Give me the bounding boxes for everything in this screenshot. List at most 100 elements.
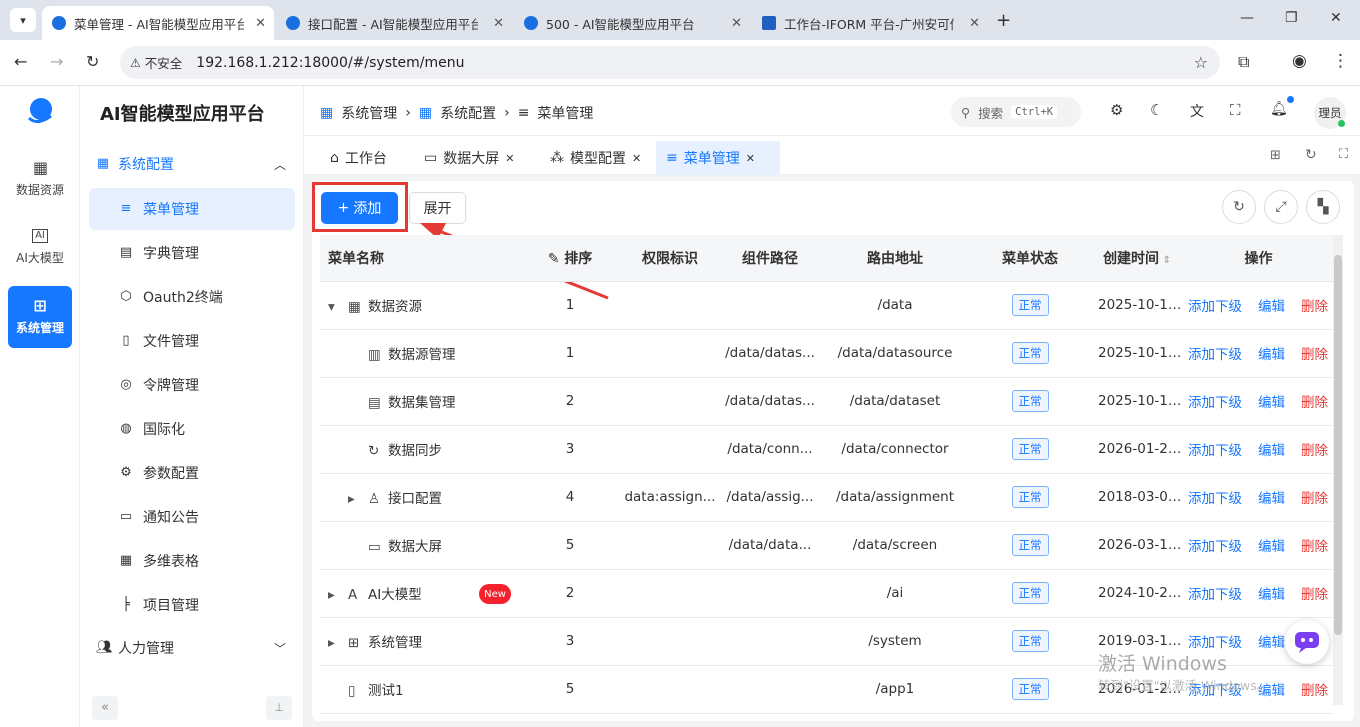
delete-link[interactable]: 删除 [1301, 299, 1328, 315]
sidebar-item-token[interactable]: ◎ 令牌管理 [89, 364, 295, 406]
breadcrumb-item[interactable]: 系统管理 [341, 103, 397, 123]
cell-created-time: 2026-03-19 11 [1090, 521, 1184, 570]
sidebar-item-dict[interactable]: ▤ 字典管理 [89, 232, 295, 274]
edit-link[interactable]: 编辑 [1258, 395, 1285, 411]
delete-link[interactable]: 删除 [1301, 587, 1328, 603]
table-scrollbar[interactable] [1333, 235, 1343, 705]
iform-favicon-icon [762, 16, 776, 30]
cell-sort: 1 [520, 281, 620, 330]
sidebar-item-menu[interactable]: ≡ 菜单管理 [89, 188, 295, 230]
delete-link[interactable]: 删除 [1301, 395, 1328, 411]
new-tab-icon[interactable]: + [996, 10, 1011, 31]
tabs-maximize-icon[interactable]: ⛶ [1339, 147, 1348, 162]
bookmark-star-icon[interactable]: ☆ [1194, 53, 1208, 72]
chat-button[interactable] [1285, 620, 1329, 664]
sidebar-item-notice[interactable]: ▭ 通知公告 [89, 496, 295, 538]
restore-icon[interactable]: ❐ [1285, 10, 1298, 26]
edit-link[interactable]: 编辑 [1258, 491, 1285, 507]
minimize-icon[interactable]: — [1240, 10, 1254, 26]
sidebar-item-table[interactable]: ▦ 多维表格 [89, 540, 295, 582]
edit-link[interactable]: 编辑 [1258, 347, 1285, 363]
tabs-refresh-icon[interactable]: ↻ [1305, 147, 1317, 163]
sidebar-item-project[interactable]: ╞ 项目管理 [89, 584, 295, 626]
browser-tab-3[interactable]: 500 - AI智能模型应用平台 ✕ [514, 6, 750, 40]
column-header: 路由地址 [820, 235, 970, 282]
delete-link[interactable]: 删除 [1301, 683, 1328, 699]
sidebar-group-system[interactable]: ▦ 系统配置 ︿ [96, 144, 286, 184]
add-child-link[interactable]: 添加下级 [1188, 395, 1242, 411]
expand-toggle-icon[interactable]: ▸ [328, 587, 348, 603]
column-settings-button[interactable]: ▚ [1306, 190, 1340, 224]
sidebar-item-params[interactable]: ⚙ 参数配置 [89, 452, 295, 494]
sidebar: AI智能模型应用平台 ▦ 系统配置 ︿ ≡ 菜单管理 ▤ 字典管理 ⬡ Oauth2终端… [80, 86, 304, 727]
close-icon[interactable]: ✕ [255, 16, 266, 31]
expand-toggle-icon[interactable]: ▸ [328, 635, 348, 651]
add-child-link[interactable]: 添加下级 [1188, 443, 1242, 459]
close-icon[interactable]: ✕ [493, 16, 504, 31]
rail-item-ai[interactable]: AI AI大模型 [8, 216, 72, 278]
extensions-icon[interactable]: ⧉ [1238, 52, 1249, 72]
window-close-icon[interactable]: ✕ [1330, 10, 1342, 26]
ai-icon: AI [32, 228, 48, 243]
expand-toggle-icon[interactable]: ▾ [328, 299, 348, 315]
add-child-link[interactable]: 添加下级 [1188, 539, 1242, 555]
tabs-grid-icon[interactable]: ⊞ [1270, 148, 1281, 163]
add-child-link[interactable]: 添加下级 [1188, 491, 1242, 507]
close-icon[interactable]: ✕ [505, 152, 514, 165]
sort-icon[interactable]: ⇕ [1159, 255, 1171, 266]
tab-model[interactable]: ⁂ 模型配置 ✕ [540, 141, 651, 175]
sidebar-item-oauth2[interactable]: ⬡ Oauth2终端 [89, 276, 295, 318]
url-field[interactable]: ⚠ 不安全 192.168.1.212:18000/#/system/menu … [120, 46, 1220, 79]
edit-link[interactable]: 编辑 [1258, 539, 1285, 555]
gear-icon[interactable]: ⚙ [1110, 101, 1123, 119]
tab-menu[interactable]: ≡ 菜单管理 ✕ [656, 141, 780, 175]
close-icon[interactable]: ✕ [731, 16, 742, 31]
search-button[interactable]: ⚲ 搜索 Ctrl+K [951, 97, 1081, 127]
edit-link[interactable]: 编辑 [1258, 443, 1285, 459]
bell-icon[interactable]: 🔔︎ [1270, 101, 1288, 117]
collapse-sidebar-icon[interactable]: « [92, 696, 118, 720]
close-icon[interactable]: ✕ [969, 16, 980, 31]
rail-item-system[interactable]: ⊞ 系统管理 [8, 286, 72, 348]
tab-label: 菜单管理 [683, 151, 740, 167]
browser-menu-icon[interactable]: ⋮ [1332, 51, 1349, 71]
add-child-link[interactable]: 添加下级 [1188, 587, 1242, 603]
menu-item-icon: ▯ [348, 683, 356, 699]
forward-icon[interactable]: → [50, 52, 63, 71]
delete-link[interactable]: 删除 [1301, 443, 1328, 459]
settings-icon: ⚙ [120, 465, 132, 480]
delete-link[interactable]: 删除 [1301, 491, 1328, 507]
sidebar-item-file[interactable]: ▯ 文件管理 [89, 320, 295, 362]
profile-icon[interactable]: ◉ [1292, 51, 1307, 71]
refresh-button[interactable]: ↻ [1222, 190, 1256, 224]
breadcrumb-item[interactable]: 系统配置 [440, 103, 496, 123]
close-icon[interactable]: ✕ [746, 152, 755, 165]
edit-link[interactable]: 编辑 [1258, 635, 1285, 651]
reload-icon[interactable]: ↻ [86, 52, 99, 71]
expand-toggle-icon[interactable]: ▸ [348, 491, 368, 507]
fullscreen-icon[interactable]: ⛶ [1230, 101, 1241, 119]
fullscreen-button[interactable]: ⤢ [1264, 190, 1298, 224]
browser-tab-1[interactable]: 菜单管理 - AI智能模型应用平台 ✕ [42, 6, 274, 40]
sidebar-group-hr[interactable]: 👥︎ 人力管理 ﹀ [96, 628, 286, 668]
sidebar-item-i18n[interactable]: ◍ 国际化 [89, 408, 295, 450]
pin-icon[interactable]: ⊥ [266, 696, 292, 720]
delete-link[interactable]: 删除 [1301, 347, 1328, 363]
column-header-time[interactable]: 创建时间 ⇕ [1090, 235, 1184, 282]
add-child-link[interactable]: 添加下级 [1188, 347, 1242, 363]
browser-tab-4[interactable]: 工作台-IFORM 平台-广州安可信 ✕ [752, 6, 988, 40]
moon-icon[interactable]: ☾ [1150, 101, 1163, 119]
rail-item-data[interactable]: ▦ 数据资源 [8, 148, 72, 210]
translate-icon[interactable]: 文 [1190, 101, 1204, 121]
scrollbar-thumb[interactable] [1334, 255, 1342, 635]
browser-tab-2[interactable]: 接口配置 - AI智能模型应用平台 ✕ [276, 6, 512, 40]
tab-search-icon[interactable]: ▾ [10, 8, 36, 32]
edit-link[interactable]: 编辑 [1258, 587, 1285, 603]
close-icon[interactable]: ✕ [632, 152, 641, 165]
add-child-link[interactable]: 添加下级 [1188, 299, 1242, 315]
delete-link[interactable]: 删除 [1301, 539, 1328, 555]
edit-link[interactable]: 编辑 [1258, 299, 1285, 315]
tab-screen[interactable]: ▭ 数据大屏 ✕ [414, 141, 524, 175]
tab-workbench[interactable]: ⌂ 工作台 [320, 141, 397, 175]
back-icon[interactable]: ← [14, 52, 27, 71]
